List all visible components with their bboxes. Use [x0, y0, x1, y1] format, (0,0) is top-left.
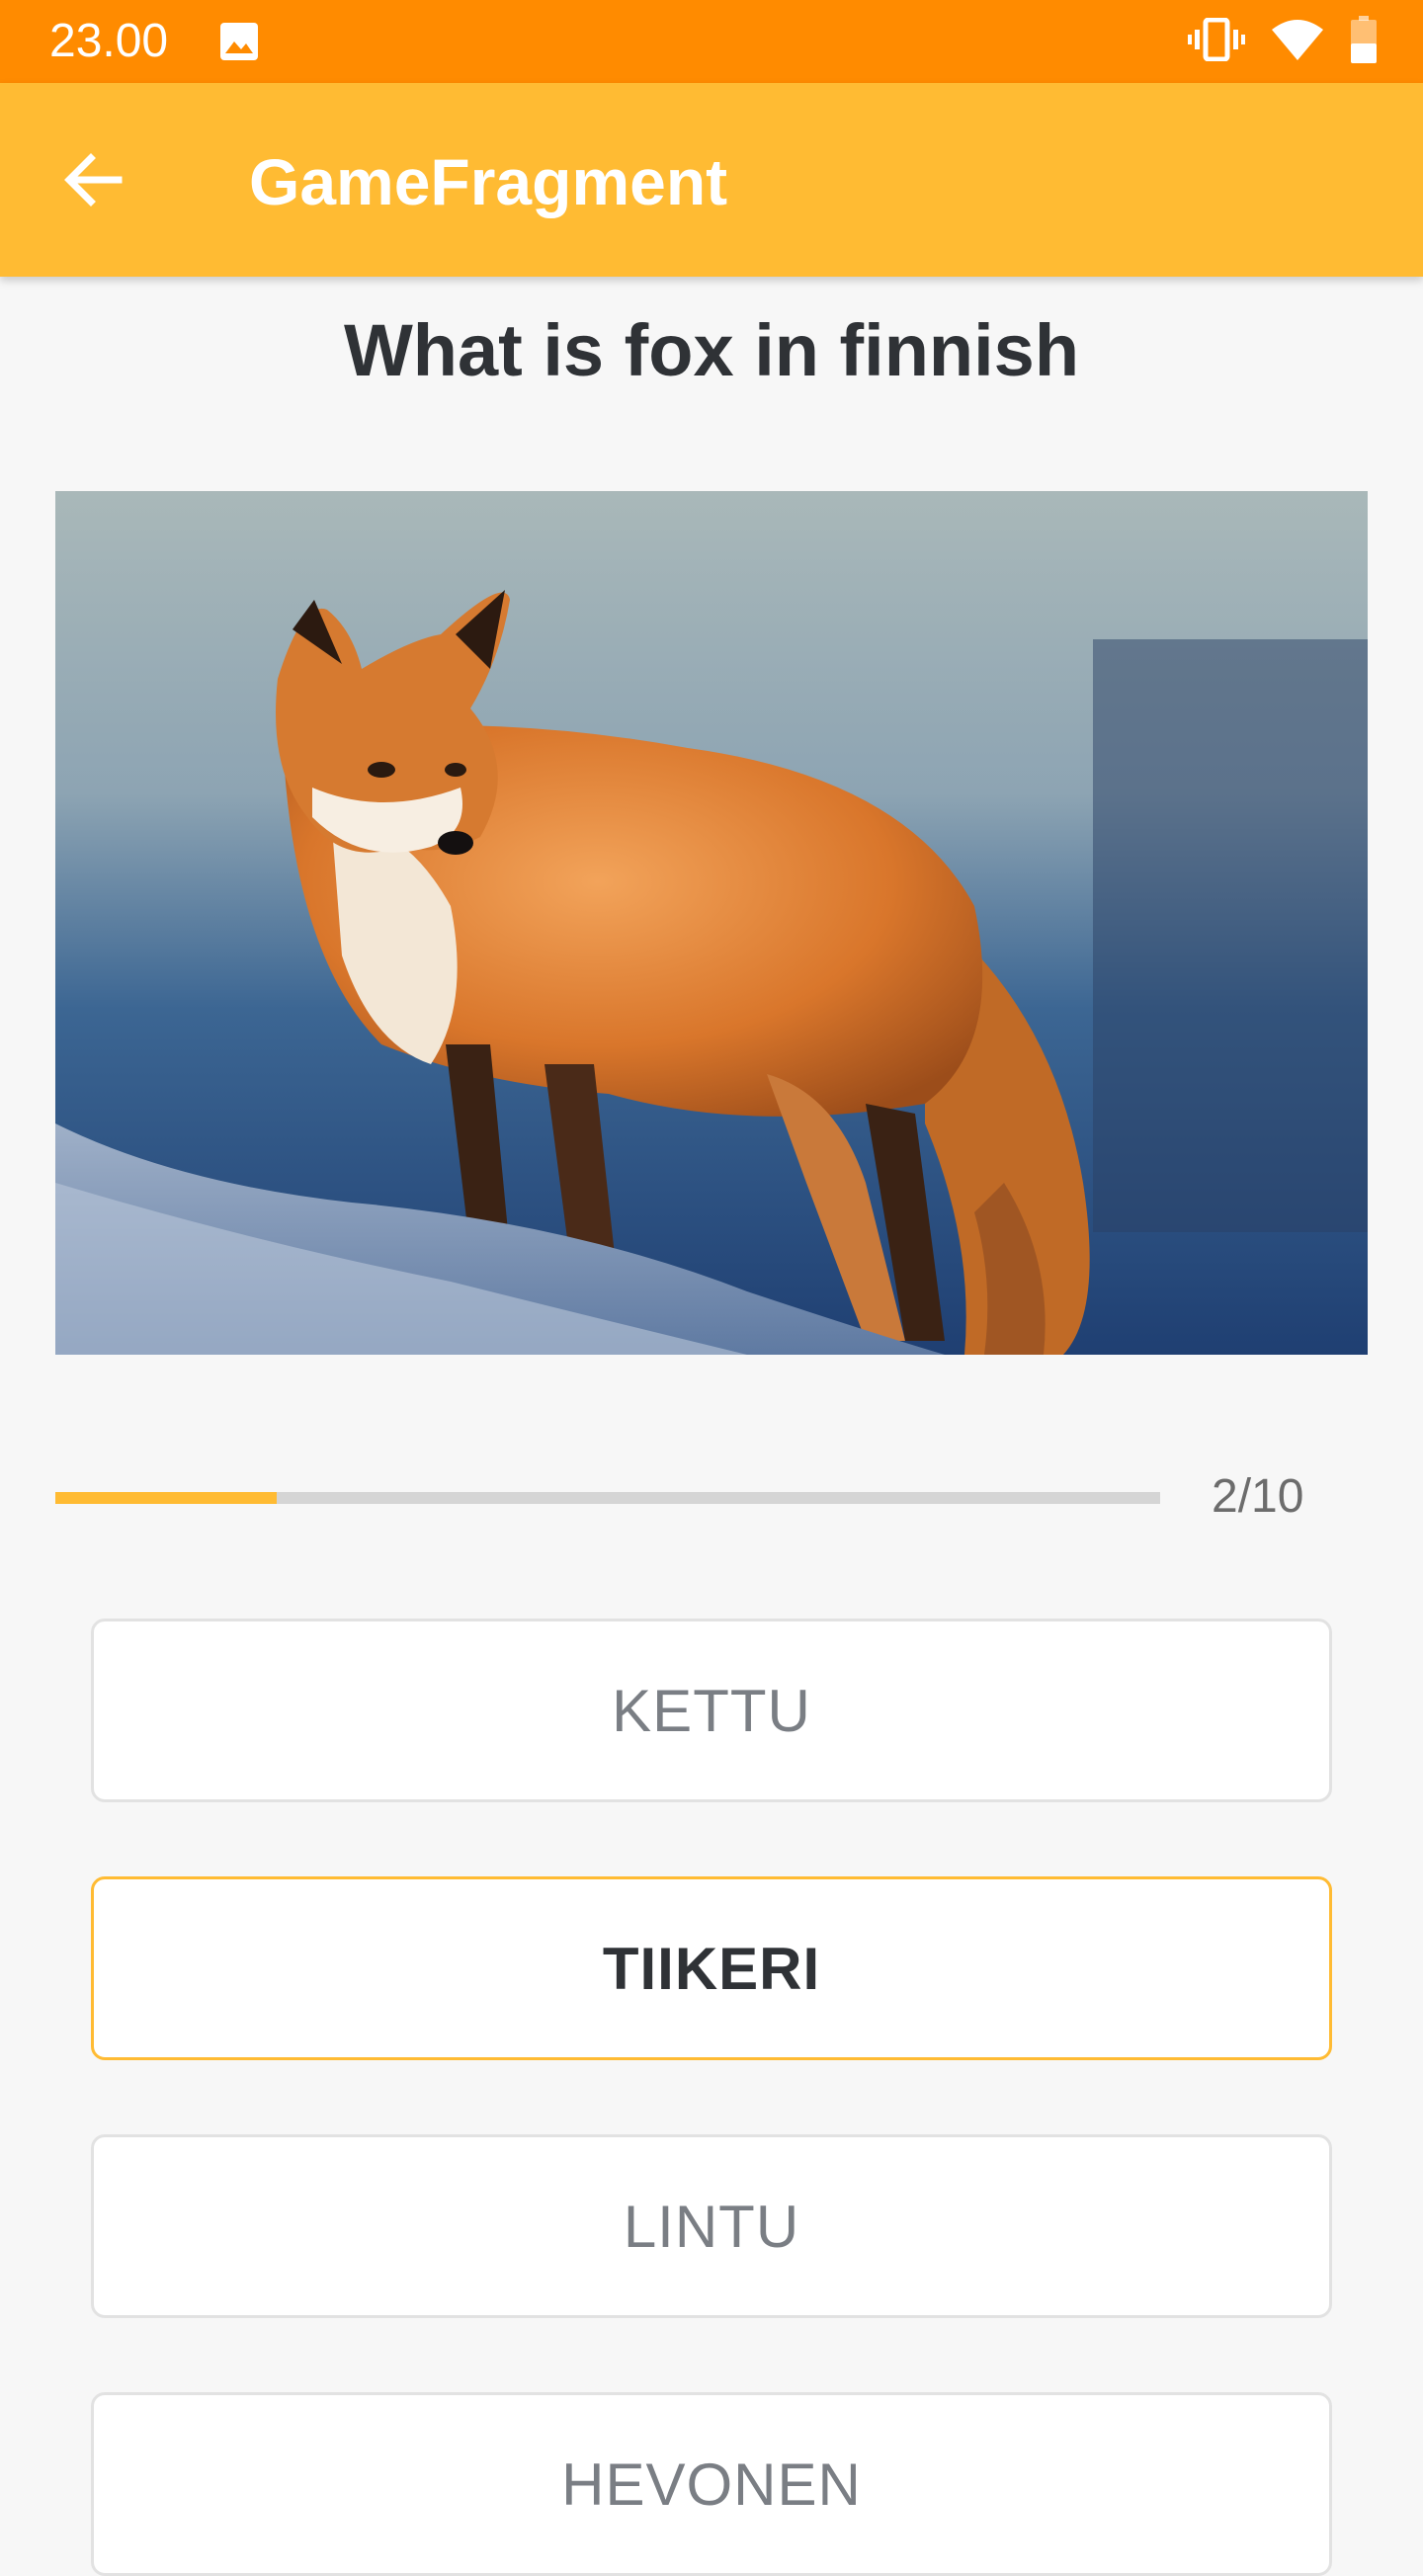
progress-label: 2/10 [1212, 1470, 1304, 1523]
answer-button-hevonen[interactable]: HEVONEN [91, 2392, 1332, 2576]
app-bar-title: GameFragment [249, 145, 728, 218]
status-icons [1188, 15, 1378, 68]
back-button[interactable] [51, 140, 134, 223]
status-bar: 23.00 [0, 0, 1423, 83]
answer-button-kettu[interactable]: KETTU [91, 1619, 1332, 1802]
progress-fill [55, 1492, 277, 1504]
vibrate-icon [1188, 17, 1245, 66]
app-bar: GameFragment [0, 83, 1423, 277]
fox-photo [55, 491, 1368, 1355]
arrow-back-icon [61, 148, 125, 216]
question-text: What is fox in finnish [343, 309, 1080, 391]
answer-button-lintu[interactable]: LINTU [91, 2134, 1332, 2318]
progress-bar [55, 1492, 1160, 1504]
wifi-icon [1271, 18, 1324, 66]
battery-icon [1350, 15, 1378, 68]
status-time: 23.00 [49, 15, 169, 67]
gallery-icon [219, 22, 259, 61]
answer-button-tiikeri[interactable]: TIIKERI [91, 1876, 1332, 2060]
